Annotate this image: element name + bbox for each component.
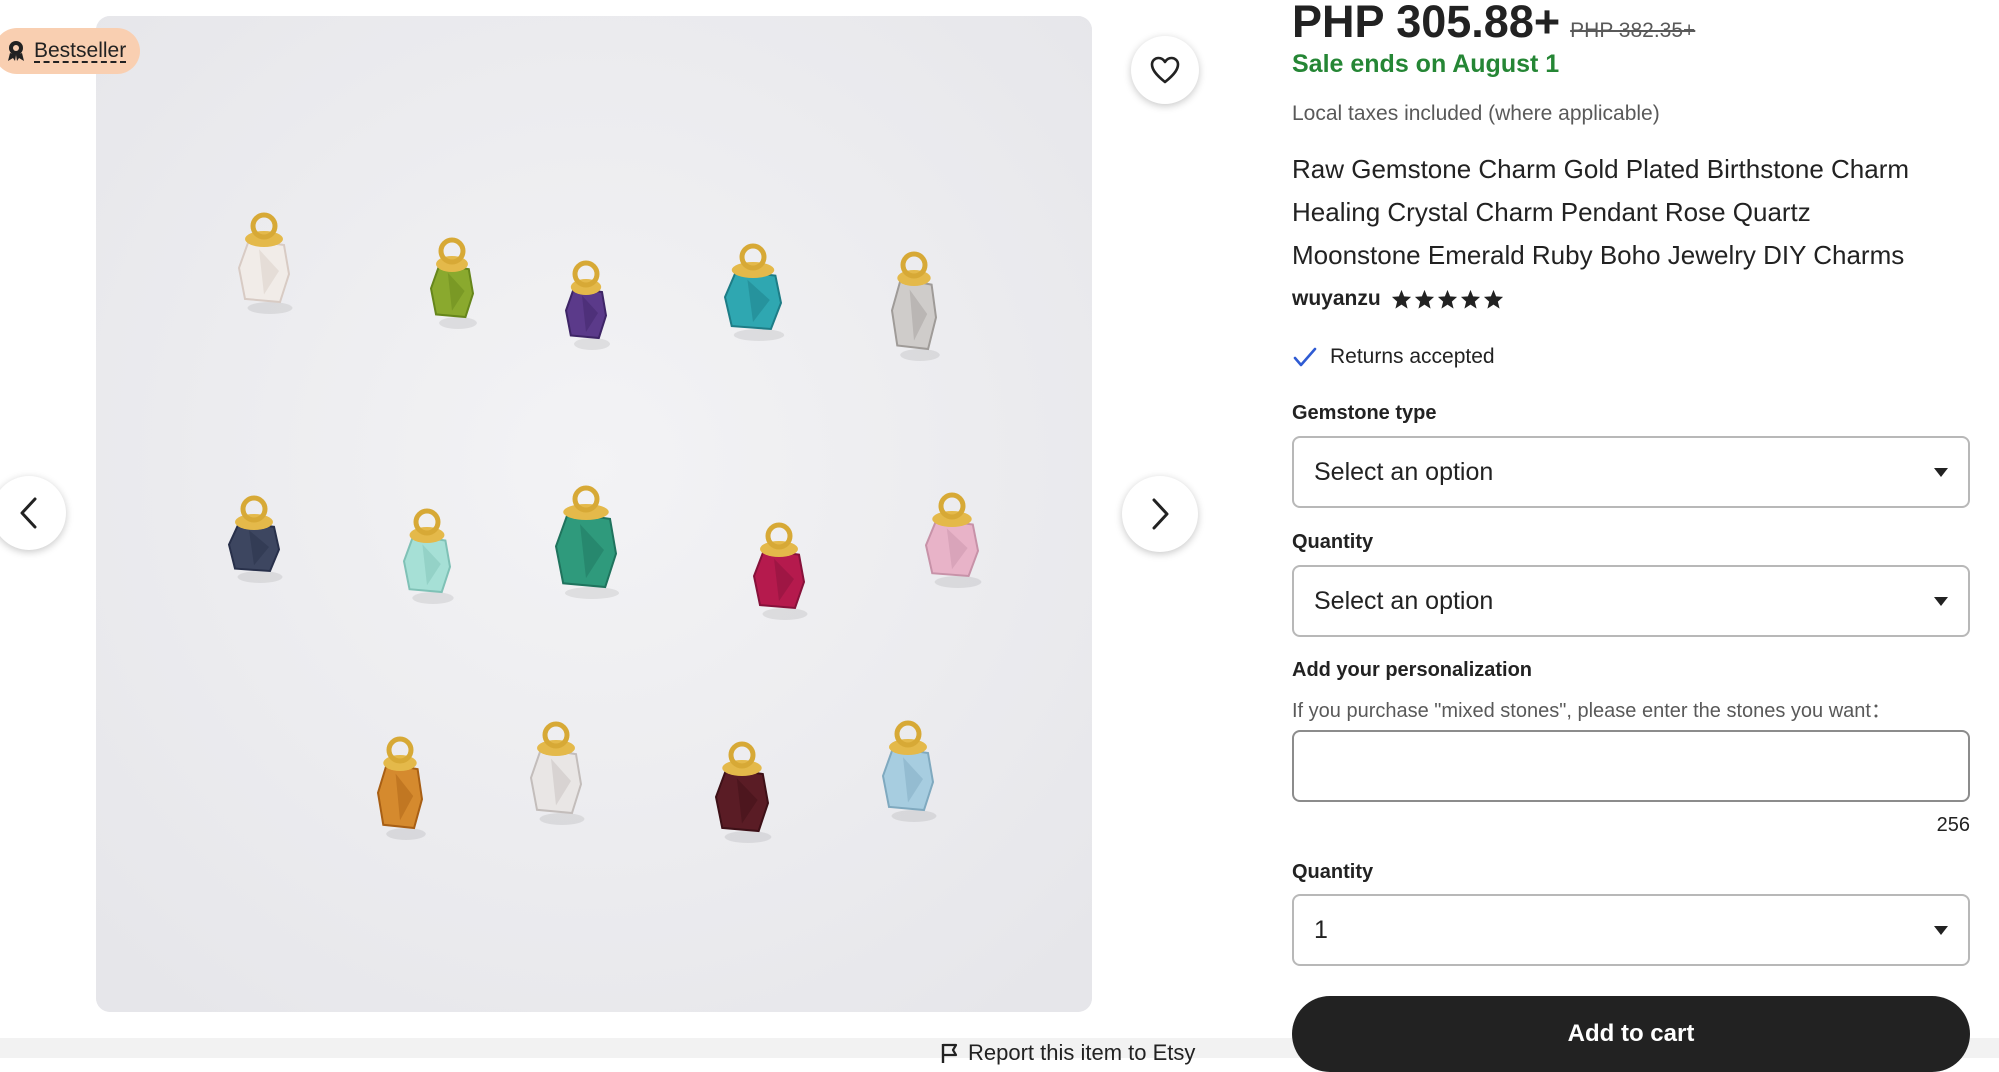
checkmark-icon	[1293, 347, 1317, 367]
star-icon	[1460, 289, 1480, 309]
sale-deadline: Sale ends on August 1	[1292, 50, 1560, 78]
personalization-hint: If you purchase "mixed stones", please e…	[1292, 700, 1891, 722]
add-to-cart-label: Add to cart	[1567, 1020, 1695, 1047]
gemstone-type-select[interactable]: Select an option	[1292, 436, 1970, 508]
personalization-textarea[interactable]	[1292, 730, 1970, 802]
tax-note: Local taxes included (where applicable)	[1292, 102, 1660, 125]
dropdown-arrow-icon	[1934, 596, 1948, 606]
next-image-button[interactable]	[1122, 476, 1198, 552]
dropdown-arrow-icon	[1934, 467, 1948, 477]
character-count: 256	[1936, 814, 1970, 836]
original-price: PHP 382.35+	[1570, 19, 1696, 42]
previous-image-button[interactable]	[0, 476, 66, 550]
star-icon	[1483, 289, 1503, 309]
star-icon	[1437, 289, 1457, 309]
quantity-option-label: Quantity	[1292, 531, 1374, 553]
bestseller-label: Bestseller	[34, 39, 127, 62]
award-ribbon-icon	[8, 41, 24, 61]
star-icon	[1414, 289, 1434, 309]
shop-row: wuyanzu	[1292, 287, 1504, 311]
current-price: PHP 305.88+	[1292, 0, 1561, 47]
quantity-label: Quantity	[1292, 861, 1374, 883]
bestseller-badge: Bestseller	[0, 28, 141, 74]
product-title-line: Raw Gemstone Charm Gold Plated Birthston…	[1292, 154, 1910, 184]
star-rating[interactable]	[1391, 289, 1504, 309]
flag-icon	[941, 1043, 958, 1063]
report-item-link[interactable]: Report this item to Etsy	[940, 1040, 1195, 1066]
quantity-option-select[interactable]: Select an option	[1292, 565, 1970, 637]
gemstone-type-label: Gemstone type	[1292, 402, 1437, 424]
favorite-button[interactable]	[1131, 36, 1199, 104]
dropdown-arrow-icon	[1934, 925, 1948, 935]
quantity-option-value: Select an option	[1314, 586, 1494, 615]
chevron-left-icon	[20, 497, 37, 529]
chevron-right-icon	[1152, 498, 1169, 530]
product-title-line: Moonstone Emerald Ruby Boho Jewelry DIY …	[1292, 240, 1905, 270]
price-row: PHP 305.88+ PHP 382.35+	[1292, 0, 1695, 48]
quantity-select[interactable]: 1	[1292, 894, 1970, 966]
personalization-label: Add your personalization	[1292, 659, 1533, 681]
quantity-value: 1	[1314, 915, 1328, 944]
product-title: Raw Gemstone Charm Gold Plated Birthston…	[1292, 148, 1972, 277]
gemstone-type-value: Select an option	[1314, 457, 1494, 486]
product-title-line: Healing Crystal Charm Pendant Rose Quart…	[1292, 197, 1811, 227]
shop-name-link[interactable]: wuyanzu	[1292, 287, 1381, 311]
gemstone-charms-photo	[96, 16, 1092, 1012]
returns-text: Returns accepted	[1330, 345, 1495, 368]
add-to-cart-button[interactable]: Add to cart	[1292, 996, 1970, 1072]
returns-accepted: Returns accepted	[1292, 345, 1495, 369]
report-item-text: Report this item to Etsy	[968, 1040, 1196, 1065]
heart-icon	[1150, 56, 1180, 84]
star-icon	[1391, 289, 1411, 309]
product-main-image[interactable]	[96, 16, 1092, 1012]
